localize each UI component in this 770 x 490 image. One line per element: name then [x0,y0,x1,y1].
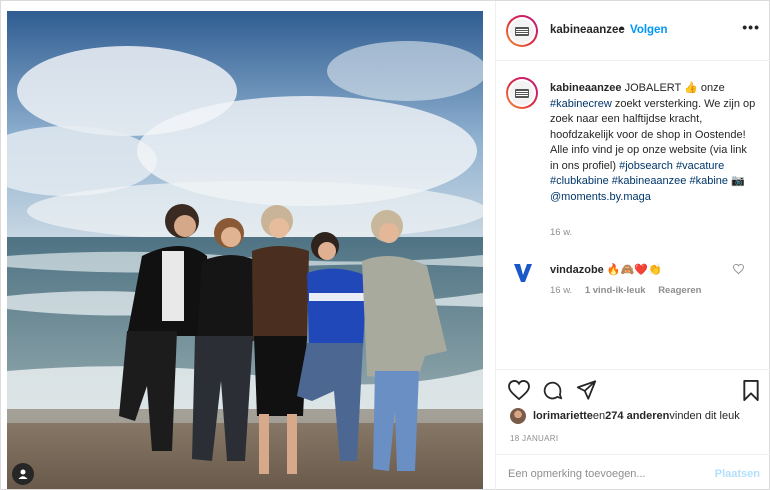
instagram-post: kabineaanzee • Volgen ••• kabineaanzee J… [0,0,770,490]
likes-count-link[interactable]: 274 anderen [605,410,669,422]
heart-icon[interactable] [508,380,530,400]
action-bar: lorimariette en 274 anderen vinden dit l… [496,369,770,453]
v-logo-icon [514,264,532,282]
send-icon[interactable] [576,380,597,400]
mention-link[interactable]: @moments.by.maga [550,191,651,203]
caption-avatar[interactable] [506,77,538,109]
comment-likes-count[interactable]: 1 vind-ik-leuk [585,285,646,296]
more-options-icon[interactable]: ••• [742,19,760,35]
comments-section: kabineaanzee JOBALERT 👍 onze #kabinecrew… [496,62,770,368]
liker-username[interactable]: lorimariette [533,410,593,422]
tagged-users-button[interactable] [12,463,34,485]
hashtag-link[interactable]: #jobsearch [619,160,673,172]
header-avatar[interactable] [506,15,538,47]
comment-timestamp[interactable]: 16 w. [550,285,572,296]
caption-username[interactable]: kabineaanzee [550,82,622,94]
likes-text: en [592,410,606,422]
post-sidebar: kabineaanzee • Volgen ••• kabineaanzee J… [495,1,770,490]
header-username[interactable]: kabineaanzee [550,24,625,36]
follow-separator: • [620,23,624,35]
camera-emoji: 📷 [728,175,745,187]
comment-input[interactable] [508,464,698,484]
hashtag-link[interactable]: #clubkabine [550,175,609,187]
post-date[interactable]: 18 JANUARI [510,434,558,443]
comment-username[interactable]: vindazobe [550,264,604,276]
beach-photo-illustration [7,11,483,489]
comment-text: vindazobe 🔥🙈❤️👏 [550,263,662,276]
comment-heart-icon[interactable] [733,264,744,274]
likes-summary: lorimariette en 274 anderen vinden dit l… [510,408,740,424]
caption-text-part: JOBALERT 👍 onze [621,82,725,94]
caption-timestamp[interactable]: 16 w. [550,227,572,238]
user-icon [18,469,28,479]
commenter-avatar[interactable] [510,260,536,286]
hashtag-link[interactable]: #vacature [676,160,724,172]
comment-meta: 16 w. 1 vind-ik-leuk Reageren [550,285,712,296]
hashtag-link[interactable]: #kabineaanzee [612,175,687,187]
kabine-logo-icon [510,81,534,105]
liker-avatar[interactable] [510,408,526,424]
likes-text: vinden dit leuk [669,410,740,422]
follow-button[interactable]: Volgen [630,24,667,36]
reply-button[interactable]: Reageren [658,285,701,296]
hashtag-link[interactable]: #kabinecrew [550,98,612,110]
kabine-logo-icon [510,19,534,43]
bookmark-icon[interactable] [742,380,760,401]
hashtag-link[interactable]: #kabine [689,175,728,187]
post-comment-button[interactable]: Plaatsen [715,468,760,480]
caption-text: kabineaanzee JOBALERT 👍 onze #kabinecrew… [550,81,756,205]
add-comment-bar: Plaatsen [496,454,770,490]
comment-icon[interactable] [542,380,563,401]
post-header: kabineaanzee • Volgen ••• [496,1,770,61]
comment-item: vindazobe 🔥🙈❤️👏 16 w. 1 vind-ik-leuk Rea… [496,254,770,314]
comment-body: 🔥🙈❤️👏 [603,264,662,276]
post-photo[interactable] [7,11,483,489]
